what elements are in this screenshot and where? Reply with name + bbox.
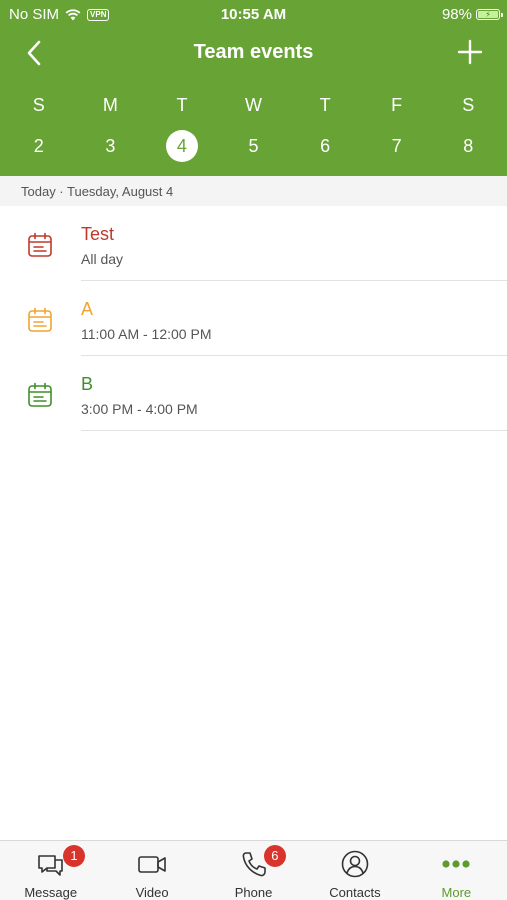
date-number: 6 (320, 136, 331, 156)
divider (81, 430, 507, 431)
date-number: 2 (33, 136, 44, 156)
page-title: Team events (193, 41, 314, 63)
date-number: 8 (463, 136, 474, 156)
date-cell[interactable]: 4 (146, 130, 218, 162)
tab-contacts[interactable]: Contacts (304, 841, 405, 900)
event-time: 11:00 AM - 12:00 PM (81, 326, 212, 342)
date-cell[interactable]: 5 (218, 130, 290, 162)
chat-bubbles-icon (37, 855, 63, 876)
weekday-row: S M T W T F S (3, 95, 504, 116)
video-camera-icon (138, 856, 166, 873)
charging-bolt-icon: ⚡ (485, 9, 491, 19)
date-section-header: Today · Tuesday, August 4 (0, 176, 507, 206)
tab-label: Video (135, 885, 169, 900)
header: No SIM VPN 10:55 AM 98% ⚡ Team events S (0, 0, 507, 176)
status-right: 98% ⚡ (441, 6, 503, 23)
event-title: B (81, 374, 94, 394)
status-time: 10:55 AM (220, 6, 287, 23)
weekday-label: M (102, 95, 118, 115)
event-time: 3:00 PM - 4:00 PM (81, 401, 198, 417)
tab-label: Contacts (329, 885, 381, 900)
weekday-label: S (32, 95, 45, 115)
date-cell[interactable]: 8 (432, 130, 504, 162)
event-title: Test (81, 224, 115, 244)
phone-badge: 6 (263, 845, 286, 867)
calendar-icon (28, 382, 52, 407)
tab-bar: 1 Message Video 6 Phone Contacts More (0, 840, 507, 900)
weekday-label: F (391, 95, 403, 115)
status-bar: No SIM VPN 10:55 AM 98% ⚡ (0, 0, 507, 28)
date-number: 5 (248, 136, 259, 156)
battery-icon: ⚡ (476, 9, 503, 20)
date-number: 3 (105, 136, 116, 156)
tab-video[interactable]: Video (101, 841, 202, 900)
contact-person-icon (341, 850, 369, 878)
event-item[interactable]: B 3:00 PM - 4:00 PM (0, 356, 507, 431)
date-label: Today · Tuesday, August 4 (21, 184, 174, 199)
message-badge: 1 (63, 845, 85, 867)
tab-phone[interactable]: 6 Phone (203, 841, 304, 900)
date-number: 7 (391, 136, 402, 156)
battery-percent: 98% (441, 6, 472, 23)
nav-bar: Team events (0, 30, 507, 76)
weekday-label: T (176, 95, 188, 115)
plus-icon[interactable] (457, 39, 483, 65)
date-number: 4 (165, 130, 198, 162)
date-row: 2 3 4 5 6 7 8 (3, 130, 504, 162)
tab-label: More (441, 885, 472, 900)
calendar-icon (28, 307, 52, 332)
event-item[interactable]: A 11:00 AM - 12:00 PM (0, 281, 507, 356)
date-cell[interactable]: 7 (361, 130, 433, 162)
weekday-label: W (245, 95, 263, 115)
event-list: Test All day A 11:00 AM - 12:00 PM B 3:0… (0, 206, 507, 431)
tab-more[interactable]: More (406, 841, 507, 900)
weekday-label: S (462, 95, 475, 115)
date-cell[interactable]: 3 (75, 130, 147, 162)
more-dots-icon (442, 860, 470, 868)
tab-label: Message (24, 885, 78, 900)
event-time: All day (81, 251, 124, 267)
weekday-label: T (319, 95, 331, 115)
event-title: A (81, 299, 94, 319)
date-cell[interactable]: 6 (289, 130, 361, 162)
event-item[interactable]: Test All day (0, 206, 507, 281)
tab-message[interactable]: 1 Message (0, 841, 101, 900)
tab-label: Phone (234, 885, 273, 900)
calendar-icon (28, 232, 52, 257)
date-cell[interactable]: 2 (3, 130, 75, 162)
